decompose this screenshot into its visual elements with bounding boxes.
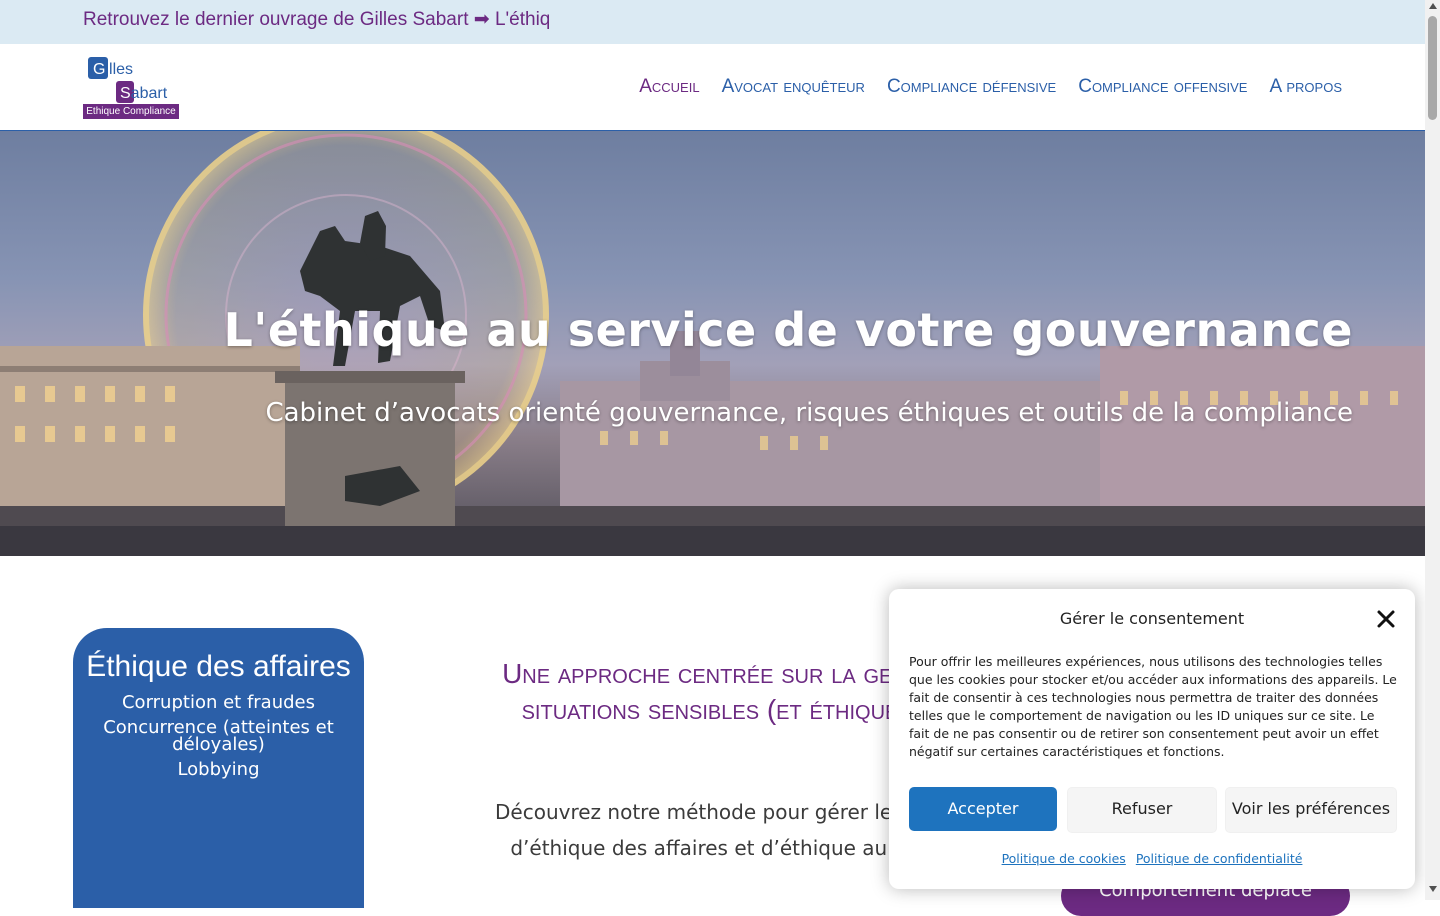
main-nav: Accueil Avocat enquêteur Compliance défe… (639, 76, 1342, 98)
logo-tagline: Ethique Compliance (83, 104, 179, 119)
hero-title: L'éthique au service de votre gouvernanc… (223, 303, 1353, 357)
nav-item-avocat-enqueteur[interactable]: Avocat enquêteur (722, 76, 865, 98)
nav-item-a-propos[interactable]: A propos (1269, 76, 1342, 98)
ethique-affaires-card: Éthique des affaires Corruption et fraud… (73, 628, 364, 908)
site-header: Gilles Sabart Ethique Compliance Accueil… (0, 44, 1425, 132)
scroll-thumb[interactable] (1428, 16, 1437, 120)
card-item-lobbying[interactable]: Lobbying (73, 761, 364, 779)
logo-line-2: Sabart (120, 85, 168, 102)
consent-links: Politique de cookies Politique de confid… (889, 851, 1415, 866)
logo-line-1: Gilles (93, 61, 134, 78)
cookie-policy-link[interactable]: Politique de cookies (1002, 851, 1126, 866)
nav-item-compliance-defensive[interactable]: Compliance défensive (887, 76, 1056, 98)
accept-button[interactable]: Accepter (909, 787, 1057, 831)
preferences-button[interactable]: Voir les préférences (1225, 787, 1397, 833)
consent-text: Pour offrir les meilleures expériences, … (909, 654, 1397, 759)
announcement-bar: Retrouvez le dernier ouvrage de Gilles S… (0, 0, 1425, 44)
card-title: Éthique des affaires (86, 650, 351, 683)
nav-item-compliance-offensive[interactable]: Compliance offensive (1078, 76, 1247, 98)
hero-banner: L'éthique au service de votre gouvernanc… (0, 131, 1425, 556)
card-item-concurrence[interactable]: Concurrence (atteintes et déloyales) (73, 719, 364, 754)
refuse-button[interactable]: Refuser (1067, 787, 1217, 833)
consent-title: Gérer le consentement (1059, 609, 1245, 628)
close-icon[interactable] (1376, 609, 1396, 629)
card-item-corruption[interactable]: Corruption et fraudes (73, 694, 364, 712)
site-logo[interactable]: Gilles Sabart Ethique Compliance (83, 57, 179, 119)
hero-subtitle: Cabinet d’avocats orienté gouvernance, r… (265, 398, 1353, 428)
page-scrollbar[interactable] (1425, 0, 1440, 900)
nav-item-accueil[interactable]: Accueil (639, 76, 699, 98)
privacy-policy-link[interactable]: Politique de confidentialité (1136, 851, 1303, 866)
scroll-down-arrow-icon[interactable] (1429, 886, 1437, 892)
scroll-up-arrow-icon[interactable] (1429, 3, 1437, 9)
cookie-consent-dialog: Gérer le consentement Pour offrir les me… (889, 589, 1415, 889)
announcement-text[interactable]: Retrouvez le dernier ouvrage de Gilles S… (83, 8, 549, 31)
